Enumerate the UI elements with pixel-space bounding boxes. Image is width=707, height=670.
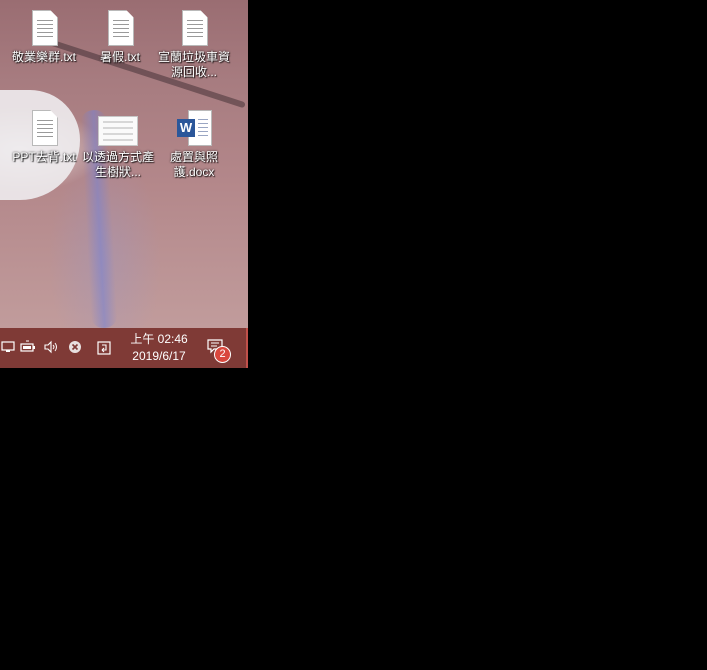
no-connection-icon[interactable]	[67, 340, 83, 356]
taskbar: 上午 02:46 2019/6/17 2	[0, 328, 248, 368]
desktop-icon-jingye-txt[interactable]: 敬業樂群.txt	[8, 8, 80, 65]
text-file-icon	[24, 108, 64, 148]
input-method-icon[interactable]	[96, 340, 112, 356]
desktop-icon-label: 敬業樂群.txt	[11, 50, 76, 64]
desktop-icon-label: 暑假.txt	[99, 50, 140, 64]
text-file-icon	[100, 8, 140, 48]
text-file-icon	[24, 8, 64, 48]
desktop-wallpaper[interactable]: 敬業樂群.txt 暑假.txt 宣蘭垃圾車資源回收... PPT去背.txt 以…	[0, 0, 248, 328]
text-file-icon	[174, 8, 214, 48]
desktop-icon-label: PPT去背.txt	[12, 150, 76, 164]
notification-count-badge: 2	[214, 346, 231, 363]
action-center-button[interactable]: 2	[206, 338, 231, 363]
network-monitor-icon[interactable]	[0, 340, 16, 356]
taskbar-clock[interactable]: 上午 02:46 2019/6/17	[124, 331, 194, 365]
desktop-icon-summer-txt[interactable]: 暑假.txt	[84, 8, 156, 65]
desktop-icon-care-docx[interactable]: W 處置與照護.docx	[158, 108, 230, 180]
clock-date: 2019/6/17	[132, 349, 186, 363]
desktop-icon-ppt-txt[interactable]: PPT去背.txt	[8, 108, 80, 165]
desktop-icon-tree-image[interactable]: 以透過方式產生樹狀...	[82, 108, 154, 180]
desktop-icon-label: 處置與照護.docx	[169, 150, 218, 179]
desktop-icon-label: 以透過方式產生樹狀...	[82, 150, 155, 179]
desktop-icon-recycle-txt[interactable]: 宣蘭垃圾車資源回收...	[158, 8, 230, 80]
image-thumbnail-icon	[98, 108, 138, 148]
battery-icon[interactable]	[20, 340, 36, 356]
clock-time: 上午 02:46	[130, 332, 188, 346]
desktop-icon-label: 宣蘭垃圾車資源回收...	[158, 50, 231, 79]
volume-icon[interactable]	[43, 340, 59, 356]
show-desktop-button[interactable]	[246, 328, 248, 368]
word-document-icon: W	[174, 108, 214, 148]
word-logo-icon: W	[177, 119, 195, 137]
